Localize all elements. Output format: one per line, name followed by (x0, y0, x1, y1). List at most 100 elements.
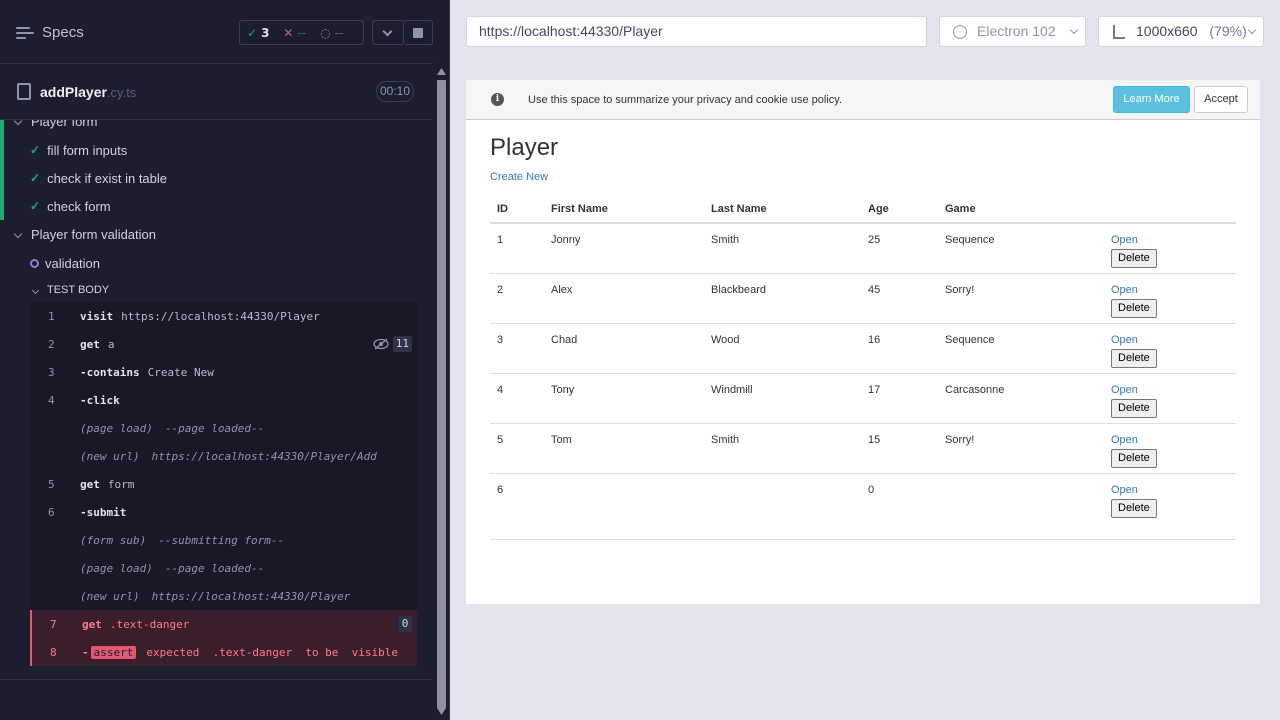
x-icon: ✕ (283, 25, 294, 40)
table-cell: Blackbeard (704, 272, 861, 323)
app-under-test: i Use this space to summarize your priva… (466, 80, 1260, 604)
passed-stat: ✓ 3 (247, 25, 270, 40)
chevron-down-icon (1247, 25, 1257, 35)
table-cell: Jonny (544, 222, 704, 273)
test-stats: ✓ 3 ✕ -- ◌ -- (239, 20, 364, 45)
document-icon (17, 83, 31, 100)
stop-button[interactable] (404, 20, 433, 45)
table-cell: Sorry! (938, 422, 1104, 473)
delete-button[interactable]: Delete (1111, 448, 1157, 468)
open-link[interactable]: Open (1111, 234, 1236, 246)
page-title: Player (490, 134, 559, 161)
reporter-header: Specs ✓ 3 ✕ -- ◌ -- (0, 0, 433, 64)
test-check-if-exist[interactable]: ✓ check if exist in table (0, 164, 417, 192)
ruler-icon (1113, 25, 1125, 39)
table-cell (704, 472, 861, 540)
delete-button[interactable]: Delete (1111, 348, 1157, 368)
test-check-form[interactable]: ✓ check form (0, 192, 417, 220)
open-link[interactable]: Open (1111, 484, 1236, 496)
expand-button[interactable] (372, 20, 404, 45)
preview-panel: https://localhost:44330/Player Electron … (451, 0, 1280, 720)
column-header: Game (938, 196, 1104, 224)
command-event-row[interactable]: (new url) https://localhost:44330/Player (30, 582, 417, 610)
command-row[interactable]: 6 -submit (30, 498, 417, 526)
table-cell: 45 (861, 272, 938, 323)
open-link[interactable]: Open (1111, 284, 1236, 296)
test-validation[interactable]: validation (0, 249, 417, 277)
create-new-link[interactable]: Create New (490, 171, 548, 183)
learn-more-button[interactable]: Learn More (1113, 86, 1190, 113)
delete-button[interactable]: Delete (1111, 249, 1157, 268)
menu-icon (16, 26, 34, 40)
table-row: 5 Tom Smith 15 Sorry! Open Delete (490, 422, 1236, 473)
table-cell: Alex (544, 272, 704, 323)
table-cell: Windmill (704, 372, 861, 423)
electron-icon (953, 25, 967, 39)
table-header: ID First Name Last Name Age Game (490, 196, 1236, 224)
row-actions: Open Delete (1104, 272, 1236, 323)
command-event-row[interactable]: (form sub) --submitting form-- (30, 526, 417, 554)
command-row[interactable]: 4 -click (30, 386, 417, 414)
command-row[interactable]: 1 visit https://localhost:44330/Player (30, 302, 417, 330)
command-event-row[interactable]: (page load) --page loaded-- (30, 554, 417, 582)
spec-file-name[interactable]: addPlayer.cy.ts (40, 84, 136, 100)
delete-button[interactable]: Delete (1111, 298, 1157, 318)
command-row[interactable]: 2 get a 11 (30, 330, 417, 358)
table-cell: Smith (704, 422, 861, 473)
column-header: Age (861, 196, 938, 224)
chevron-down-icon (31, 286, 40, 294)
row-actions: Open Delete (1104, 322, 1236, 373)
specs-toggle[interactable]: Specs (16, 24, 84, 41)
table-cell: 15 (861, 422, 938, 473)
chevron-down-icon (382, 26, 393, 37)
scroll-down-icon[interactable] (437, 708, 446, 715)
chevron-down-icon (1069, 25, 1079, 35)
command-row-error[interactable]: 8- assert expected .text-danger to be visi… (30, 638, 417, 666)
assert-badge: assert (90, 645, 137, 659)
command-row[interactable]: 3 -contains Create New (30, 358, 417, 386)
open-link[interactable]: Open (1111, 334, 1236, 346)
command-event-row[interactable]: (new url) https://localhost:44330/Player/… (30, 442, 417, 470)
table-cell: 16 (861, 322, 938, 373)
check-icon: ✓ (30, 171, 41, 185)
specs-label: Specs (42, 24, 84, 41)
open-link[interactable]: Open (1111, 384, 1236, 396)
table-cell: 3 (490, 322, 544, 373)
command-event-row[interactable]: (page load) --page loaded-- (30, 414, 417, 442)
table-row: 1 Jonny Smith 25 Sequence Open Delete (490, 222, 1236, 273)
table-row: 6 0 Open Delete (490, 472, 1236, 540)
url-bar[interactable]: https://localhost:44330/Player (466, 16, 927, 47)
cookie-text: Use this space to summarize your privacy… (528, 94, 843, 106)
delete-button[interactable]: Delete (1111, 498, 1157, 518)
duration-badge: 00:10 (376, 81, 414, 102)
scroll-up-icon[interactable] (437, 68, 446, 75)
table-cell: Wood (704, 322, 861, 373)
reporter-scrollbar[interactable] (434, 64, 449, 720)
table-cell: Sorry! (938, 272, 1104, 323)
info-icon: i (491, 93, 504, 106)
table-row: 2 Alex Blackbeard 45 Sorry! Open Delete (490, 272, 1236, 323)
command-row[interactable]: 5 get form (30, 470, 417, 498)
running-icon (30, 258, 39, 268)
viewport-selector[interactable]: 1000x660 (79%) (1098, 16, 1264, 47)
table-row: 4 Tony Windmill 17 Carcasonne Open Delete (490, 372, 1236, 423)
table-cell: Tony (544, 372, 704, 423)
test-fill-form-inputs[interactable]: ✓ fill form inputs (0, 136, 417, 164)
table-cell: Carcasonne (938, 372, 1104, 423)
check-icon: ✓ (247, 25, 258, 40)
check-icon: ✓ (30, 199, 41, 213)
cookie-banner: i Use this space to summarize your priva… (466, 80, 1260, 120)
accept-button[interactable]: Accept (1194, 86, 1248, 113)
table-cell: Chad (544, 322, 704, 373)
failed-stat: ✕ -- (283, 25, 307, 40)
delete-button[interactable]: Delete (1111, 398, 1157, 418)
test-body-toggle[interactable]: TEST BODY (0, 276, 417, 304)
column-header: ID (490, 196, 544, 224)
command-row-error[interactable]: 7 get .text-danger 0 (30, 610, 417, 638)
browser-selector[interactable]: Electron 102 (939, 16, 1086, 47)
suite-player-form-validation[interactable]: Player form validation (0, 220, 417, 248)
open-link[interactable]: Open (1111, 434, 1236, 446)
scrollbar-thumb[interactable] (437, 80, 446, 708)
table-cell: Tom (544, 422, 704, 473)
table-cell: 0 (861, 472, 938, 540)
